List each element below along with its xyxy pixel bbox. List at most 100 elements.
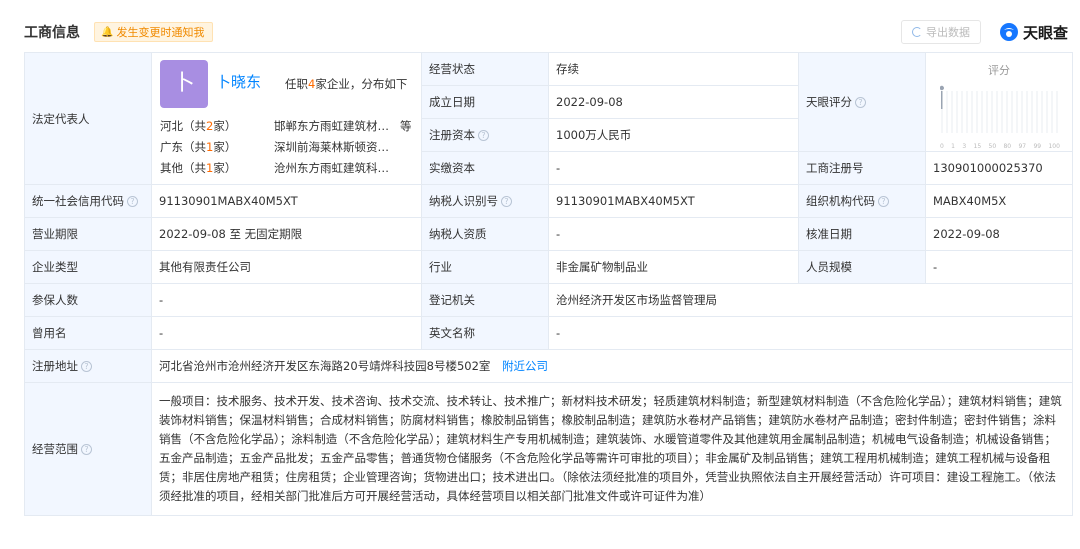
- table-row: 企业类型 其他有限责任公司 行业 非金属矿物制品业 人员规模 -: [24, 250, 1073, 284]
- avatar[interactable]: 卜: [160, 59, 208, 108]
- scope-value: 一般项目：技术服务、技术开发、技术咨询、技术交流、技术转让、技术推广；新材料技术…: [151, 382, 1073, 516]
- score-tick-label: 99: [1033, 143, 1042, 150]
- address-cell: 河北省沧州市沧州经济开发区东海路20号靖烨科技园8号楼502室 附近公司: [151, 349, 1073, 383]
- score-tick-label: 15: [973, 143, 982, 150]
- insured-label: 参保人数: [24, 283, 152, 317]
- approve-date-value: 2022-09-08: [925, 217, 1073, 251]
- logo-text: 天眼查: [1022, 23, 1068, 42]
- credit-code-label-cell: 统一社会信用代码?: [24, 184, 152, 218]
- score-tick-label: 1: [951, 143, 955, 150]
- paid-capital-value: -: [548, 151, 799, 185]
- tax-id-label: 纳税人识别号: [429, 194, 498, 208]
- company-link[interactable]: 深圳前海莱林斯顿资产管理有限公司: [274, 139, 394, 155]
- former-name-value: -: [151, 316, 422, 350]
- section-header: 工商信息 🔔 发生变更时通知我 导出数据 天眼查: [24, 18, 1068, 46]
- legal-rep-name-link[interactable]: 卜晓东: [216, 74, 261, 90]
- score-bar: [1021, 91, 1023, 133]
- help-icon[interactable]: ?: [127, 196, 138, 207]
- former-name-label: 曾用名: [24, 316, 152, 350]
- staff-size-label: 人员规模: [798, 250, 926, 284]
- score-cell: 评分 0 1 3 15 50 80 97 99 100: [925, 52, 1073, 152]
- score-bar: [1051, 91, 1053, 133]
- english-name-label: 英文名称: [421, 316, 549, 350]
- table-row: 统一社会信用代码? 91130901MABX40M5XT 纳税人识别号? 911…: [24, 184, 1073, 218]
- tianyancha-logo[interactable]: 天眼查: [999, 22, 1068, 43]
- term-value: 2022-09-08 至 无固定期限: [151, 217, 422, 251]
- section-title: 工商信息: [24, 25, 80, 41]
- score-label-cell: 天眼评分?: [798, 52, 926, 152]
- score-bar: [951, 91, 953, 133]
- company-link[interactable]: 沧州东方雨虹建筑科技有限公司: [274, 160, 394, 176]
- score-bar: [966, 91, 968, 133]
- insured-value: -: [151, 283, 422, 317]
- score-tick-label: 3: [962, 143, 967, 150]
- help-icon[interactable]: ?: [81, 444, 92, 455]
- score-bar: [976, 91, 978, 133]
- export-data-button[interactable]: 导出数据: [900, 20, 981, 44]
- score-bar: [1026, 91, 1028, 133]
- org-code-value: MABX40M5X: [925, 184, 1073, 218]
- legal-rep-cell: 卜 卜晓东 任职4家企业，分布如下 河北（共2家） 邯郸东方雨虹建筑材料有限公司…: [151, 52, 422, 185]
- score-marker: [941, 91, 943, 109]
- reg-no-value: 130901000025370: [925, 151, 1073, 185]
- industry-value: 非金属矿物制品业: [548, 250, 799, 284]
- list-item: 其他（共1家） 沧州东方雨虹建筑科技有限公司: [160, 158, 422, 179]
- change-notify-label: 发生变更时通知我: [116, 26, 205, 39]
- nearby-companies-link[interactable]: 附近公司: [502, 359, 548, 373]
- score-bar: [1046, 91, 1048, 133]
- list-item: 广东（共1家） 深圳前海莱林斯顿资产管理有限公司: [160, 137, 422, 158]
- score-bar: [1011, 91, 1013, 133]
- score-bar: [1016, 91, 1018, 133]
- score-bar: [986, 91, 988, 133]
- score-bar: [1031, 91, 1033, 133]
- score-bar: [991, 91, 993, 133]
- english-name-value: -: [548, 316, 1073, 350]
- score-label: 天眼评分: [806, 95, 852, 109]
- legal-rep-distribution: 河北（共2家） 邯郸东方雨虹建筑材料有限公司 等 广东（共1家） 深圳前海莱林斯…: [160, 116, 422, 179]
- table-row: 参保人数 - 登记机关 沧州经济开发区市场监督管理局: [24, 283, 1073, 317]
- score-bar: [1041, 91, 1043, 133]
- credit-code-label: 统一社会信用代码: [32, 194, 124, 208]
- company-link[interactable]: 邯郸东方雨虹建筑材料有限公司: [274, 118, 394, 134]
- industry-label: 行业: [421, 250, 549, 284]
- header-tools: 导出数据 天眼查: [900, 20, 1068, 44]
- address-label-cell: 注册地址?: [24, 349, 152, 383]
- legal-rep-label: 法定代表人: [24, 52, 152, 185]
- score-bar: [1001, 91, 1003, 133]
- score-bar: [981, 91, 983, 133]
- help-icon[interactable]: ?: [81, 361, 92, 372]
- scope-label-cell: 经营范围?: [24, 382, 152, 516]
- capital-label-cell: 注册资本?: [421, 118, 549, 152]
- org-code-label: 组织机构代码: [806, 194, 875, 208]
- help-icon[interactable]: ?: [478, 130, 489, 141]
- scope-label: 经营范围: [32, 442, 78, 456]
- capital-value: 1000万人民币: [548, 118, 799, 152]
- tax-id-label-cell: 纳税人识别号?: [421, 184, 549, 218]
- tax-id-value: 91130901MABX40M5XT: [548, 184, 799, 218]
- help-icon[interactable]: ?: [855, 97, 866, 108]
- table-row: 法定代表人 卜 卜晓东 任职4家企业，分布如下 河北（共2家） 邯郸东方雨虹建筑…: [24, 52, 1073, 185]
- address-value: 河北省沧州市沧州经济开发区东海路20号靖烨科技园8号楼502室: [159, 359, 491, 373]
- logo-icon: [999, 23, 1018, 41]
- business-info-table: 法定代表人 卜 卜晓东 任职4家企业，分布如下 河北（共2家） 邯郸东方雨虹建筑…: [24, 52, 1073, 516]
- paid-capital-label: 实缴资本: [421, 151, 549, 185]
- score-bar: [946, 91, 948, 133]
- help-icon[interactable]: ?: [501, 196, 512, 207]
- legal-rep-jobs: 任职4家企业，分布如下: [285, 76, 408, 91]
- authority-label: 登记机关: [421, 283, 549, 317]
- help-icon[interactable]: ?: [878, 196, 889, 207]
- export-icon: [911, 27, 922, 37]
- status-value: 存续: [548, 52, 799, 86]
- list-item: 河北（共2家） 邯郸东方雨虹建筑材料有限公司 等: [160, 118, 412, 134]
- score-tick-label: 80: [1003, 143, 1012, 150]
- status-label: 经营状态: [421, 52, 549, 86]
- score-marker-dot: [940, 85, 944, 91]
- org-code-label-cell: 组织机构代码?: [798, 184, 926, 218]
- approve-date-label: 核准日期: [798, 217, 926, 251]
- score-tick-label: 0: [940, 143, 944, 150]
- change-notify-button[interactable]: 🔔 发生变更时通知我: [94, 22, 214, 42]
- staff-size-value: -: [925, 250, 1073, 284]
- found-date-label: 成立日期: [421, 85, 549, 119]
- score-bar-chart: [940, 85, 1058, 133]
- company-type-value: 其他有限责任公司: [151, 250, 422, 284]
